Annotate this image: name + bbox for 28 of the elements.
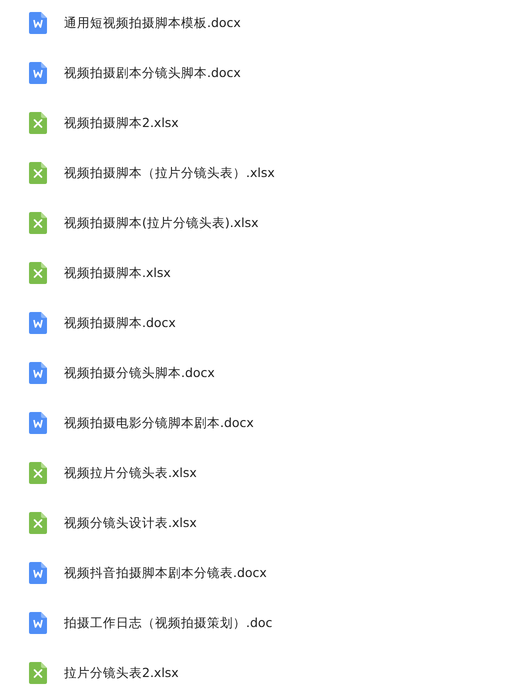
file-name[interactable]: 拉片分镜头表2.xlsx	[64, 664, 179, 682]
word-document-icon	[29, 62, 47, 84]
spreadsheet-icon	[29, 512, 47, 534]
file-name[interactable]: 视频分镜头设计表.xlsx	[64, 514, 197, 532]
word-document-icon	[29, 312, 47, 334]
word-document-icon	[29, 562, 47, 584]
word-document-icon	[29, 412, 47, 434]
spreadsheet-icon	[29, 112, 47, 134]
spreadsheet-icon	[29, 162, 47, 184]
file-name[interactable]: 视频拍摄脚本（拉片分镜头表）.xlsx	[64, 164, 275, 182]
file-name[interactable]: 视频拍摄分镜头脚本.docx	[64, 364, 215, 382]
file-name[interactable]: 视频拍摄脚本.docx	[64, 314, 176, 332]
file-name[interactable]: 视频拍摄剧本分镜头脚本.docx	[64, 64, 241, 82]
file-name[interactable]: 拍摄工作日志（视频拍摄策划）.doc	[64, 614, 272, 632]
file-name[interactable]: 视频拍摄脚本2.xlsx	[64, 114, 179, 132]
file-name[interactable]: 视频抖音拍摄脚本剧本分镜表.docx	[64, 564, 267, 582]
file-name[interactable]: 视频拍摄电影分镜脚本剧本.docx	[64, 414, 254, 432]
word-document-icon	[29, 362, 47, 384]
file-name[interactable]: 通用短视频拍摄脚本模板.docx	[64, 14, 241, 32]
spreadsheet-icon	[29, 662, 47, 684]
spreadsheet-icon	[29, 212, 47, 234]
word-document-icon	[29, 612, 47, 634]
word-document-icon	[29, 12, 47, 34]
file-name[interactable]: 视频拍摄脚本(拉片分镜头表).xlsx	[64, 214, 259, 232]
file-name[interactable]: 视频拍摄脚本.xlsx	[64, 264, 171, 282]
file-name[interactable]: 视频拉片分镜头表.xlsx	[64, 464, 197, 482]
spreadsheet-icon	[29, 262, 47, 284]
spreadsheet-icon	[29, 462, 47, 484]
